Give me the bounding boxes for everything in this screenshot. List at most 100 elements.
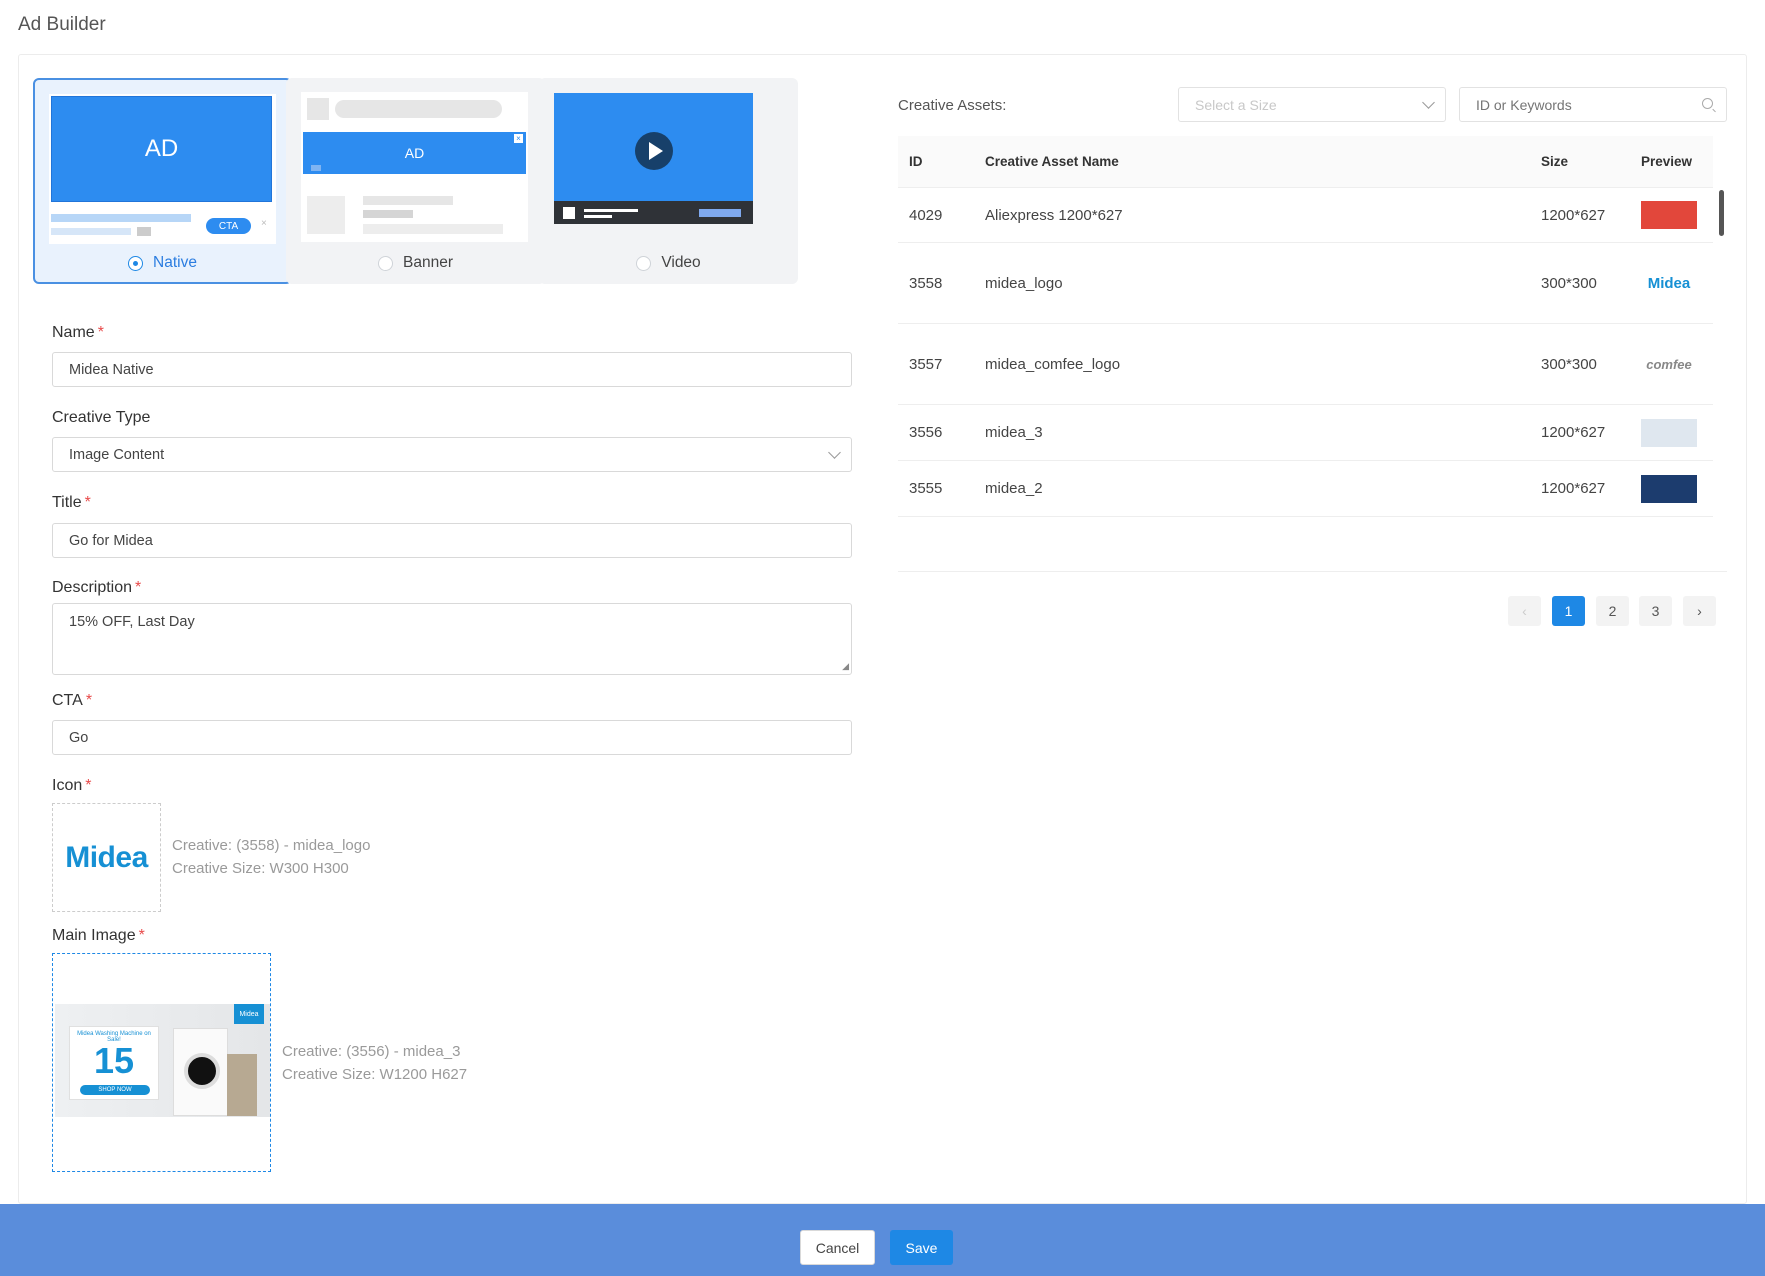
play-icon bbox=[635, 132, 673, 170]
pagination-next-button[interactable]: › bbox=[1683, 596, 1716, 626]
required-mark: * bbox=[135, 579, 142, 596]
preview-thumbnail: comfee bbox=[1646, 356, 1692, 372]
resize-handle-icon[interactable]: ◢ bbox=[842, 661, 849, 672]
table-row[interactable]: 3557 midea_comfee_logo 300*300 comfee bbox=[898, 324, 1713, 405]
main-image-size-text: Creative Size: W1200 H627 bbox=[282, 1066, 468, 1083]
type-card-native[interactable]: AD CTA × Native bbox=[33, 78, 292, 284]
save-button[interactable]: Save bbox=[890, 1230, 953, 1265]
banner-preview-square bbox=[307, 98, 329, 120]
table-row[interactable]: 4029 Aliexpress 1200*627 1200*627 bbox=[898, 188, 1713, 243]
cta-input[interactable]: Go bbox=[52, 720, 852, 755]
name-label-text: Name bbox=[52, 324, 95, 341]
description-label: Description * bbox=[52, 579, 141, 597]
type-card-video[interactable]: Video bbox=[539, 78, 798, 284]
table-row[interactable]: 3555 midea_2 1200*627 bbox=[898, 461, 1713, 517]
asset-id: 3555 bbox=[909, 480, 943, 497]
search-input[interactable] bbox=[1459, 87, 1727, 122]
creative-assets-label: Creative Assets: bbox=[898, 97, 1007, 114]
video-preview-progress bbox=[699, 209, 741, 217]
search-icon[interactable] bbox=[1702, 98, 1713, 109]
main-image-thumbnail: Midea Washing Machine on Sale! 15 SHOP N… bbox=[55, 1004, 270, 1117]
table-scrollbar[interactable] bbox=[1719, 190, 1724, 236]
main-image-creative-text: Creative: (3556) - midea_3 bbox=[282, 1043, 461, 1060]
promo-card: Midea Washing Machine on Sale! 15 SHOP N… bbox=[69, 1026, 159, 1100]
asset-preview bbox=[1641, 418, 1713, 447]
banner-preview-box bbox=[307, 196, 345, 234]
type-radio-video[interactable]: Video bbox=[539, 254, 798, 272]
radio-unselected-icon[interactable] bbox=[636, 255, 652, 271]
asset-name: midea_comfee_logo bbox=[985, 355, 1121, 373]
title-label: Title * bbox=[52, 494, 91, 512]
promo-discount: 15 bbox=[93, 1040, 135, 1081]
video-preview-stop-icon bbox=[563, 207, 575, 219]
washer-door bbox=[184, 1053, 220, 1089]
preview-thumbnail bbox=[1641, 201, 1697, 229]
cta-label: CTA * bbox=[52, 692, 92, 710]
pagination-prev-button[interactable]: ‹ bbox=[1508, 596, 1541, 626]
banner-preview-tag bbox=[311, 165, 321, 171]
asset-size: 1200*627 bbox=[1541, 480, 1606, 497]
native-preview-ad: AD bbox=[51, 96, 272, 202]
asset-size: 300*300 bbox=[1541, 355, 1597, 373]
banner-preview-line bbox=[363, 210, 413, 218]
asset-name: Aliexpress 1200*627 bbox=[985, 206, 1123, 224]
type-label-native: Native bbox=[153, 254, 197, 271]
table-row[interactable]: 3556 midea_3 1200*627 bbox=[898, 405, 1713, 461]
main-image-slot[interactable]: Midea Washing Machine on Sale! 15 SHOP N… bbox=[52, 953, 271, 1172]
asset-id: 4029 bbox=[909, 206, 943, 224]
video-preview-line bbox=[584, 209, 638, 212]
preview-thumbnail bbox=[1641, 418, 1697, 447]
required-mark: * bbox=[138, 927, 145, 944]
table-row[interactable]: 3558 midea_logo 300*300 Midea bbox=[898, 243, 1713, 324]
page-title: Ad Builder bbox=[18, 14, 106, 35]
name-label: Name * bbox=[52, 324, 104, 342]
asset-preview: comfee bbox=[1641, 350, 1713, 378]
asset-name: midea_logo bbox=[985, 274, 1063, 292]
name-input[interactable]: Midea Native bbox=[52, 352, 852, 387]
type-radio-banner[interactable]: Banner bbox=[286, 254, 545, 272]
title-input[interactable]: Go for Midea bbox=[52, 523, 852, 558]
icon-image-slot[interactable]: Midea bbox=[52, 803, 161, 912]
radio-selected-icon[interactable] bbox=[128, 255, 144, 271]
close-icon: × bbox=[261, 218, 267, 229]
asset-size: 1200*627 bbox=[1541, 206, 1606, 224]
asset-id: 3558 bbox=[909, 274, 943, 292]
description-textarea[interactable]: 15% OFF, Last Day ◢ bbox=[52, 603, 852, 675]
pagination-page-1[interactable]: 1 bbox=[1552, 596, 1585, 626]
cancel-button[interactable]: Cancel bbox=[800, 1230, 875, 1265]
asset-id: 3557 bbox=[909, 355, 943, 373]
icon-creative-text: Creative: (3558) - midea_logo bbox=[172, 837, 371, 854]
asset-name: midea_2 bbox=[985, 480, 1043, 497]
close-icon: × bbox=[514, 134, 523, 143]
promo-logo: Midea bbox=[234, 1004, 264, 1024]
asset-preview bbox=[1641, 201, 1713, 229]
required-mark: * bbox=[85, 692, 93, 709]
type-label-banner: Banner bbox=[403, 254, 453, 271]
column-header-id: ID bbox=[909, 154, 923, 169]
pagination-page-3[interactable]: 3 bbox=[1639, 596, 1672, 626]
type-card-banner[interactable]: AD × Banner bbox=[286, 78, 545, 284]
type-radio-native[interactable]: Native bbox=[35, 254, 290, 272]
preview-thumbnail: Midea bbox=[1647, 274, 1691, 292]
pagination-page-2[interactable]: 2 bbox=[1596, 596, 1629, 626]
radio-unselected-icon[interactable] bbox=[378, 255, 393, 271]
native-preview-line bbox=[51, 214, 191, 222]
main-image-label-text: Main Image bbox=[52, 927, 136, 944]
asset-id: 3556 bbox=[909, 424, 943, 441]
required-mark: * bbox=[85, 777, 92, 794]
asset-size: 1200*627 bbox=[1541, 424, 1606, 441]
size-select[interactable]: Select a Size bbox=[1178, 87, 1446, 122]
chevron-down-icon bbox=[828, 446, 841, 459]
main-image-label: Main Image * bbox=[52, 927, 145, 945]
native-preview-line bbox=[51, 228, 131, 235]
creative-type-select[interactable]: Image Content bbox=[52, 437, 852, 472]
banner-preview-line bbox=[363, 224, 503, 234]
required-mark: * bbox=[84, 494, 91, 511]
column-header-preview: Preview bbox=[1641, 154, 1693, 169]
banner-preview-line bbox=[335, 100, 502, 118]
creative-type-label: Creative Type bbox=[52, 409, 151, 426]
native-preview-tag bbox=[137, 227, 151, 236]
footer-bar bbox=[0, 1204, 1765, 1276]
native-preview-cta: CTA bbox=[206, 218, 251, 234]
icon-label-text: Icon bbox=[52, 777, 83, 794]
